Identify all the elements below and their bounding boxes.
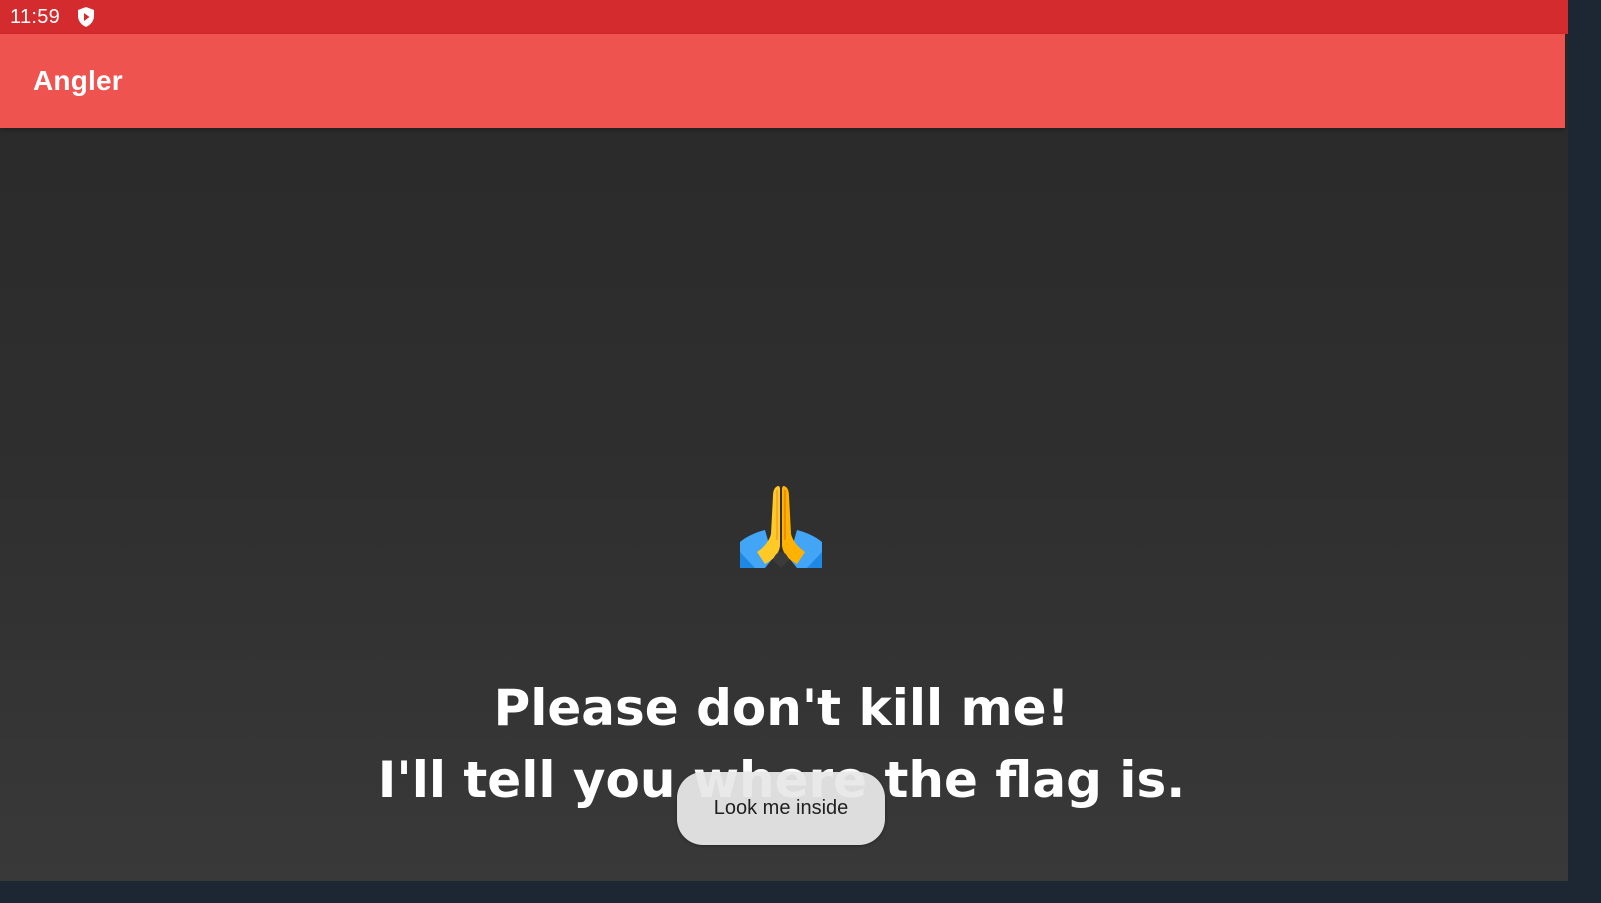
status-time: 11:59: [10, 5, 61, 28]
app-screen: 11:59 Angler Please don't kill me! I'll …: [0, 0, 1568, 881]
app-bar: Angler: [0, 34, 1565, 128]
message-line-1: Please don't kill me!: [493, 679, 1070, 737]
look-me-inside-button[interactable]: Look me inside: [677, 772, 885, 845]
shield-play-icon: [77, 6, 95, 28]
app-title: Angler: [33, 65, 123, 96]
status-bar: 11:59: [0, 0, 1568, 34]
folded-hands-emoji-icon: [735, 480, 827, 570]
